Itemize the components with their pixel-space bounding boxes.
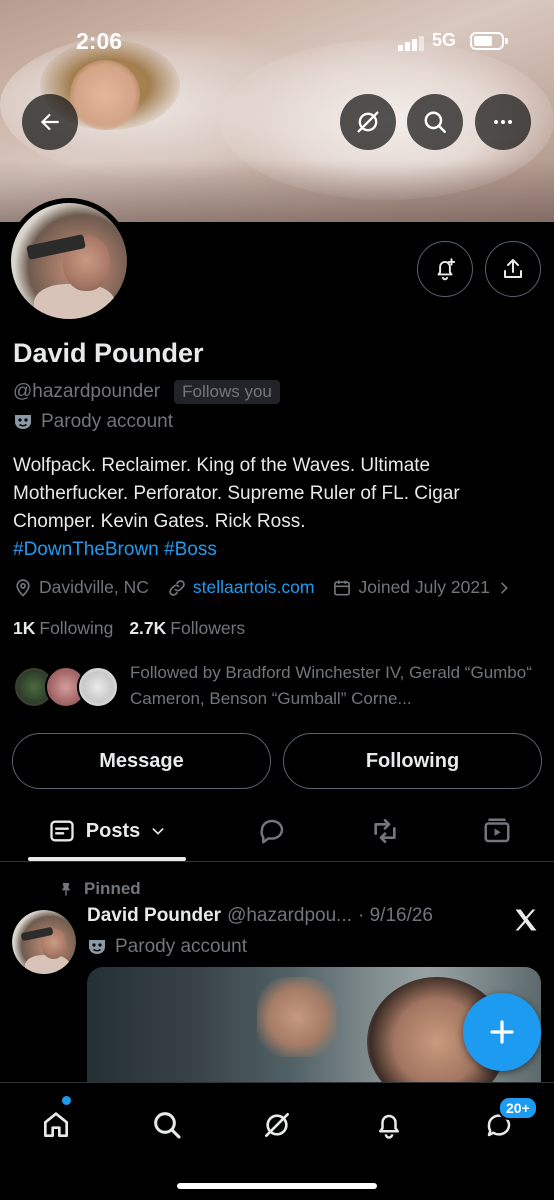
- theater-mask-icon: [89, 940, 105, 954]
- status-time: 2:06: [76, 28, 123, 54]
- following-button[interactable]: Following: [283, 733, 542, 789]
- follow-counts: 1K Following 2.7K Followers: [13, 618, 245, 639]
- followed-by-text: Followed by Bradford Winchester IV, Gera…: [130, 663, 532, 708]
- x-logo-icon[interactable]: [512, 906, 540, 934]
- search-button[interactable]: [407, 94, 463, 150]
- location-pin-icon: [16, 578, 30, 597]
- home-indicator: [177, 1183, 377, 1189]
- grok-button[interactable]: [340, 94, 396, 150]
- compose-post-button[interactable]: [463, 993, 541, 1071]
- more-button[interactable]: [475, 94, 531, 150]
- handle-row: @hazardpounder Follows you: [13, 380, 280, 404]
- pin-icon: [61, 883, 71, 896]
- follows-you-badge: Follows you: [174, 380, 280, 404]
- followers-count-link[interactable]: 2.7K Followers: [129, 618, 245, 639]
- follower-avatar: [77, 666, 119, 708]
- tab-replies[interactable]: [244, 800, 300, 862]
- theater-mask-icon: [15, 415, 31, 429]
- share-icon: [504, 259, 522, 278]
- search-icon: [154, 1112, 181, 1139]
- calendar-icon: [334, 580, 351, 595]
- profile-handle: @hazardpounder: [13, 381, 161, 402]
- tab-posts[interactable]: Posts: [28, 800, 186, 862]
- nav-notifications[interactable]: [367, 1103, 411, 1147]
- grok-icon: [357, 111, 379, 133]
- arrow-left-icon: [40, 113, 59, 131]
- location-item: Davidville, NC: [13, 577, 149, 598]
- profile-bio: Wolfpack. Reclaimer. King of the Waves. …: [13, 452, 543, 564]
- profile-name: David Pounder: [13, 338, 204, 368]
- joined-text: Joined July 2021: [358, 577, 490, 597]
- reply-bubble-icon: [260, 819, 284, 844]
- message-button[interactable]: Message: [12, 733, 271, 789]
- profile-tabs: Posts: [0, 800, 554, 862]
- pinned-indicator: Pinned: [58, 879, 141, 899]
- bell-icon: [379, 1114, 399, 1139]
- website-item[interactable]: stellaartois.com: [167, 577, 315, 598]
- tab-posts-label: Posts: [85, 819, 141, 842]
- tab-media[interactable]: [469, 800, 525, 862]
- signal-icon: [398, 35, 424, 51]
- nav-grok[interactable]: [255, 1103, 299, 1147]
- post-parody-label: Parody account: [87, 936, 247, 958]
- plus-icon: [490, 1020, 514, 1044]
- status-bar: 2:06 5G: [0, 26, 554, 58]
- profile-avatar[interactable]: [6, 198, 132, 324]
- parody-label: Parody account: [13, 411, 173, 433]
- hashtag-link[interactable]: #DownTheBrown: [13, 539, 159, 560]
- chevron-down-icon: [152, 828, 164, 835]
- link-icon: [169, 579, 185, 596]
- chevron-right-icon: [501, 582, 508, 593]
- bio-text: Wolfpack. Reclaimer. King of the Waves. …: [13, 455, 460, 532]
- website-link[interactable]: stellaartois.com: [193, 577, 315, 598]
- profile-meta: Davidville, NC stellaartois.com Joined J…: [13, 577, 530, 598]
- post-author-handle[interactable]: @hazardpou...: [227, 905, 352, 927]
- following-count-link[interactable]: 1K Following: [13, 618, 113, 639]
- post-date: · 9/16/26: [358, 905, 433, 926]
- battery-icon: [470, 32, 508, 50]
- post-author-avatar[interactable]: [12, 910, 76, 974]
- parody-text: Parody account: [41, 411, 174, 432]
- hashtag-link[interactable]: #Boss: [164, 539, 217, 560]
- share-profile-button[interactable]: [485, 241, 541, 297]
- nav-search[interactable]: [145, 1103, 189, 1147]
- post-author-name[interactable]: David Pounder: [87, 905, 221, 927]
- more-icon: [494, 120, 512, 124]
- pinned-label: Pinned: [84, 879, 141, 898]
- tab-reposts[interactable]: [357, 800, 413, 862]
- joined-item[interactable]: Joined July 2021: [332, 577, 511, 598]
- video-icon: [484, 818, 510, 843]
- nav-home[interactable]: [34, 1103, 78, 1147]
- notifications-subscribe-button[interactable]: [417, 241, 473, 297]
- post-parody-text: Parody account: [115, 936, 248, 957]
- bell-plus-icon: [437, 258, 456, 281]
- location-text: Davidville, NC: [39, 577, 149, 597]
- back-button[interactable]: [22, 94, 78, 150]
- home-unread-dot: [62, 1096, 71, 1105]
- grok-icon: [265, 1113, 289, 1137]
- repost-icon: [374, 819, 396, 843]
- post-header: David Pounder @hazardpou... · 9/16/26: [87, 905, 433, 927]
- followed-by[interactable]: Followed by Bradford Winchester IV, Gera…: [13, 658, 543, 718]
- messages-badge: 20+: [498, 1096, 538, 1120]
- network-label: 5G: [432, 30, 457, 50]
- posts-icon: [50, 820, 74, 842]
- tab-active-indicator: [28, 857, 186, 861]
- home-icon: [44, 1112, 68, 1137]
- search-icon: [424, 111, 446, 133]
